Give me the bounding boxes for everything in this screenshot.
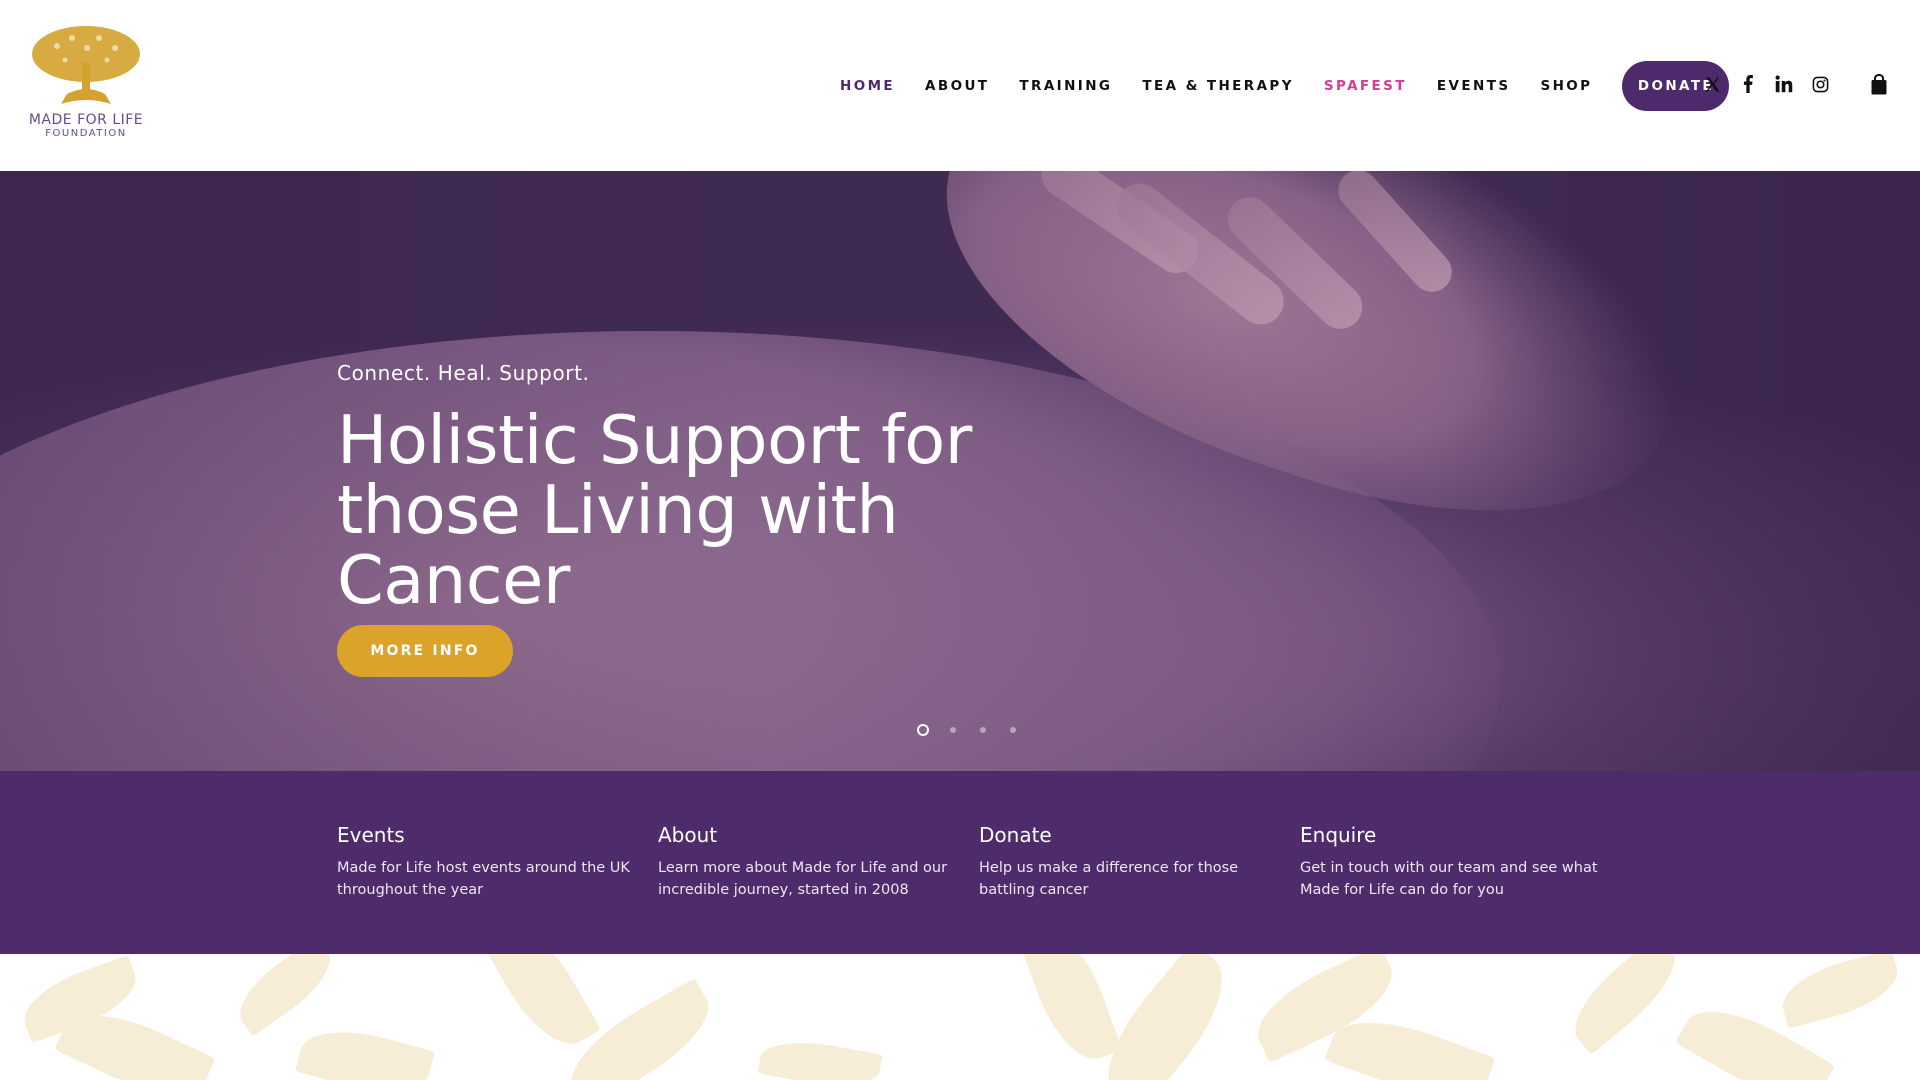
nav-item-about[interactable]: ABOUT [925, 78, 989, 94]
nav-item-home[interactable]: HOME [840, 78, 895, 94]
main-nav: HOME ABOUT TRAINING TEA & THERAPY SPAFES… [840, 0, 1730, 171]
slider-dot-2[interactable] [938, 723, 968, 737]
site-header: MADE FOR LIFE FOUNDATION HOME ABOUT TRAI… [0, 0, 1920, 171]
feature-title: Donate [979, 823, 1052, 847]
more-info-button[interactable]: MORE INFO [337, 625, 513, 677]
logo-name-line1: MADE FOR LIFE [28, 112, 144, 128]
feature-text: Get in touch with our team and see what … [1300, 860, 1598, 898]
leaf-shape [227, 954, 343, 1037]
logo-name-line2: FOUNDATION [45, 128, 127, 139]
hero-title: Holistic Support for those Living with C… [337, 401, 972, 619]
nav-item-shop[interactable]: SHOP [1540, 78, 1592, 94]
x-icon[interactable] [1702, 74, 1722, 94]
feature-about[interactable]: About Learn more about Made for Life and… [658, 823, 958, 901]
leaf-shape [479, 954, 601, 1060]
leaf-shape [295, 1018, 435, 1080]
hero-content: Connect. Heal. Support. Holistic Support… [337, 361, 1017, 677]
linkedin-icon[interactable] [1774, 74, 1794, 94]
nav-item-spafest[interactable]: SPAFEST [1324, 78, 1407, 94]
feature-donate[interactable]: Donate Help us make a difference for tho… [979, 823, 1279, 901]
feature-events[interactable]: Events Made for Life host events around … [337, 823, 637, 901]
slider-pagination [908, 723, 1028, 737]
facebook-icon[interactable] [1738, 74, 1758, 94]
slider-dot-3[interactable] [968, 723, 998, 737]
logo[interactable]: MADE FOR LIFE FOUNDATION [24, 24, 148, 146]
feature-text: Help us make a difference for those batt… [979, 860, 1239, 898]
nav-item-tea-therapy[interactable]: TEA & THERAPY [1142, 78, 1294, 94]
feature-text: Learn more about Made for Life and our i… [658, 860, 948, 898]
feature-text: Made for Life host events around the UK … [337, 860, 630, 898]
hero-slider: Connect. Heal. Support. Holistic Support… [0, 171, 1920, 771]
hero-eyebrow: Connect. Heal. Support. [337, 361, 590, 385]
nav-item-training[interactable]: TRAINING [1019, 78, 1112, 94]
slider-dot-1[interactable] [908, 723, 938, 737]
feature-title: Events [337, 823, 405, 847]
leaf-shape [1559, 954, 1691, 1055]
feature-enquire[interactable]: Enquire Get in touch with our team and s… [1300, 823, 1600, 901]
feature-strip: Events Made for Life host events around … [0, 771, 1920, 954]
leaf-shape [1017, 954, 1123, 1071]
slider-dot-4[interactable] [998, 723, 1028, 737]
social-links [1702, 74, 1830, 94]
feature-title: Enquire [1300, 823, 1377, 847]
decorative-leaf-pattern [0, 954, 1920, 1080]
leaf-shape [1775, 954, 1905, 1029]
instagram-icon[interactable] [1810, 74, 1830, 94]
tree-logo-icon [32, 26, 140, 104]
shopping-bag-icon[interactable] [1870, 73, 1890, 96]
feature-title: About [658, 823, 718, 847]
leaf-shape [757, 1033, 883, 1080]
nav-item-events[interactable]: EVENTS [1437, 78, 1511, 94]
